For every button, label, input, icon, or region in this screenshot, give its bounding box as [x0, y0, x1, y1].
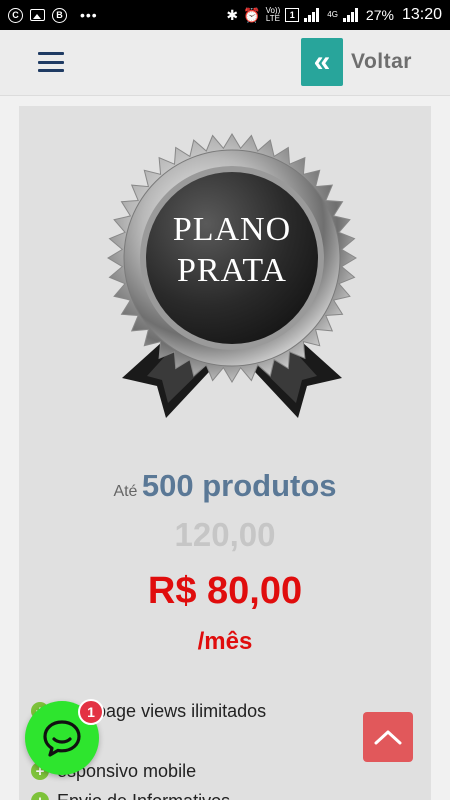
current-price: R$ 80,00: [147, 570, 303, 612]
plan-card: PLANO PRATA Até 500 produtos 120,00 R$ 8…: [19, 106, 431, 800]
scroll-top-button[interactable]: [363, 712, 413, 762]
sim-indicator: 1: [285, 8, 300, 22]
old-price: 120,00: [174, 516, 276, 553]
more-notifications-icon: •••: [80, 7, 98, 23]
back-button[interactable]: « Voltar: [301, 38, 412, 86]
signal-icon: [304, 8, 322, 22]
status-bar: C B ••• ✱ ⏰ Vo)) LTE 1 4G 27% 13:20: [0, 0, 450, 30]
back-label: Voltar: [351, 50, 412, 73]
clock: 13:20: [401, 6, 442, 23]
product-limit-prefix: Até: [113, 483, 138, 500]
network-type: 4G: [327, 10, 338, 19]
product-limit: Até 500 produtos: [19, 468, 431, 504]
copyright-icon: C: [8, 7, 23, 23]
chat-notification-badge: 1: [78, 699, 104, 725]
alarm-icon: ⏰: [243, 6, 261, 23]
battery-percentage: 27%: [365, 7, 394, 23]
plan-seal-badge: PLANO PRATA: [107, 133, 357, 418]
volte-indicator: Vo)) LTE: [265, 6, 281, 23]
feature-item: + Envio de Informativos: [31, 786, 431, 800]
product-limit-value: 500 produtos: [141, 468, 337, 503]
image-icon: [30, 9, 45, 21]
chat-bubble-icon: [43, 720, 81, 757]
feature-label: Envio de Informativos: [57, 791, 230, 800]
b-notification-icon: B: [52, 7, 67, 23]
plus-icon: +: [31, 792, 49, 800]
chevron-up-icon: [374, 730, 402, 745]
signal-icon-2: [342, 8, 361, 22]
double-chevron-left-icon: «: [301, 38, 343, 86]
seal-line-2: PRATA: [177, 252, 287, 289]
seal-line-1: PLANO: [173, 211, 291, 248]
app-header: « Voltar: [0, 30, 450, 96]
bluetooth-icon: ✱: [226, 6, 239, 23]
price-period: /mês: [197, 628, 253, 655]
hamburger-menu-icon[interactable]: [38, 52, 64, 72]
